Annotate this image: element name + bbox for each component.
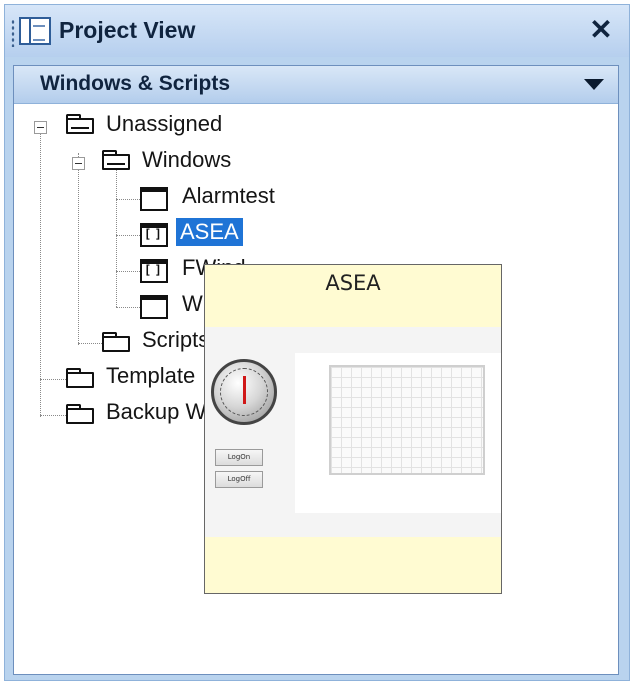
tree-connector bbox=[40, 379, 66, 380]
project-view-icon bbox=[19, 17, 51, 45]
script-window-icon bbox=[140, 223, 168, 247]
tree-connector bbox=[40, 415, 66, 416]
collapse-toggle-windows[interactable] bbox=[72, 157, 85, 170]
preview-grid bbox=[329, 365, 485, 475]
panel-title: Project View bbox=[59, 17, 196, 43]
close-icon: ✕ bbox=[589, 14, 613, 45]
tree-item-backup[interactable]: Backup W bbox=[102, 398, 210, 426]
script-window-icon bbox=[140, 259, 168, 283]
open-folder-icon bbox=[66, 114, 94, 134]
folder-body bbox=[66, 372, 94, 388]
window-icon bbox=[140, 295, 168, 319]
tree-item-alarmtest[interactable]: Alarmtest bbox=[178, 182, 279, 210]
preview-logon-button: LogOn bbox=[215, 449, 263, 466]
folder-icon bbox=[102, 332, 130, 352]
window-preview-tooltip: ASEA LogOn LogOff bbox=[204, 264, 502, 594]
open-folder-icon bbox=[102, 150, 130, 170]
folder-body bbox=[102, 154, 130, 170]
tree-connector bbox=[40, 133, 41, 417]
tree-connector bbox=[78, 343, 102, 344]
gauge-needle bbox=[243, 376, 246, 404]
tree-connector bbox=[116, 307, 140, 308]
tree-connector bbox=[116, 271, 140, 272]
tree-connector bbox=[116, 235, 140, 236]
tree-item-templates[interactable]: Template bbox=[102, 362, 199, 390]
panel-titlebar[interactable]: Project View ✕ bbox=[5, 5, 629, 57]
tree-item-scripts[interactable]: Scripts bbox=[138, 326, 213, 354]
gauge-icon bbox=[211, 359, 277, 425]
folder-icon bbox=[66, 404, 94, 424]
folder-body bbox=[66, 118, 94, 134]
preview-canvas: LogOn LogOff bbox=[205, 327, 501, 537]
folder-body bbox=[102, 336, 130, 352]
tree-item-unassigned[interactable]: Unassigned bbox=[102, 110, 226, 138]
preview-panel bbox=[295, 353, 501, 513]
tree-connector bbox=[116, 169, 117, 307]
tree-connector bbox=[78, 153, 79, 345]
drag-grip-icon[interactable] bbox=[11, 19, 15, 47]
preview-logoff-button: LogOff bbox=[215, 471, 263, 488]
folder-body bbox=[66, 408, 94, 424]
folder-icon bbox=[66, 368, 94, 388]
preview-title: ASEA bbox=[325, 271, 381, 295]
tree-connector bbox=[116, 199, 140, 200]
collapse-toggle-unassigned[interactable] bbox=[34, 121, 47, 134]
tree-item-windows[interactable]: Windows bbox=[138, 146, 235, 174]
close-button[interactable]: ✕ bbox=[587, 13, 615, 47]
tree-item-asea[interactable]: ASEA bbox=[176, 218, 243, 246]
window-icon bbox=[140, 187, 168, 211]
